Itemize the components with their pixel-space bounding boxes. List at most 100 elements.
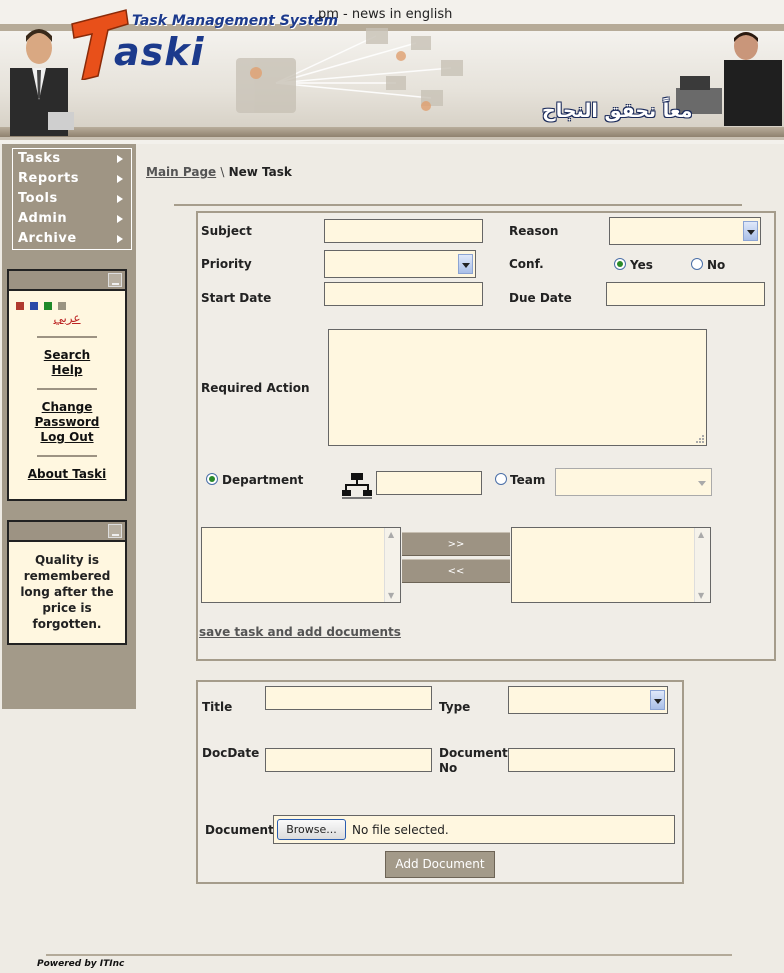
links-panel: عربي Search Help Change Password Log Out…: [7, 269, 127, 501]
breadcrumb-separator: \: [220, 165, 225, 179]
browse-button[interactable]: Browse...: [277, 819, 346, 840]
quote-text: Quality is remembered long after the pri…: [20, 553, 114, 631]
conf-no-radio[interactable]: [691, 258, 703, 270]
panel-titlebar: [9, 522, 125, 542]
title-label: Title: [202, 700, 233, 714]
menu-item-reports[interactable]: Reports: [13, 169, 131, 189]
department-label: Department: [222, 473, 304, 487]
theme-swatch-gray[interactable]: [58, 302, 66, 310]
help-link[interactable]: Help: [9, 363, 125, 378]
divider: [37, 336, 97, 338]
add-document-button[interactable]: Add Document: [385, 851, 495, 878]
priority-label: Priority: [201, 257, 252, 271]
document-label: Document: [205, 823, 274, 837]
team-radio[interactable]: [495, 473, 507, 485]
header-bottom-strip: [0, 127, 784, 137]
quote-panel: Quality is remembered long after the pri…: [7, 520, 127, 645]
due-date-label: Due Date: [509, 291, 572, 305]
due-date-input[interactable]: [606, 282, 765, 306]
submenu-arrow-icon: [117, 195, 123, 203]
type-label: Type: [439, 700, 471, 714]
menu-item-archive[interactable]: Archive: [13, 229, 131, 249]
save-task-link[interactable]: save task and add documents: [199, 625, 401, 639]
menu-item-label: Reports: [18, 171, 79, 186]
type-select[interactable]: [508, 686, 668, 714]
logo-wordmark: aski: [114, 30, 205, 74]
title-input[interactable]: [265, 686, 432, 710]
menu-item-label: Archive: [18, 231, 77, 246]
docdate-label: DocDate: [202, 746, 260, 760]
department-radio[interactable]: [206, 473, 218, 485]
conf-yes-radio[interactable]: [614, 258, 626, 270]
selected-listbox[interactable]: [511, 527, 711, 603]
resize-grip-icon[interactable]: [694, 433, 704, 443]
theme-swatch-blue[interactable]: [30, 302, 38, 310]
theme-color-swatches: [9, 291, 125, 311]
header-bottom-line: [0, 137, 784, 140]
menu-item-label: Tools: [18, 191, 58, 206]
breadcrumb-main-page[interactable]: Main Page: [146, 165, 216, 179]
chevron-down-icon: [458, 254, 473, 274]
menu-item-label: Tasks: [18, 151, 61, 166]
arabic-slogan: معاً نحقق النجاح: [542, 100, 693, 122]
team-label: Team: [510, 473, 546, 487]
main-menu: Tasks Reports Tools Admin Archive: [12, 148, 132, 250]
team-select[interactable]: [555, 468, 712, 496]
minimize-icon[interactable]: [108, 524, 122, 538]
content-divider: [174, 204, 742, 206]
subject-input[interactable]: [324, 219, 483, 243]
divider: [37, 388, 97, 390]
document-no-input[interactable]: [508, 748, 675, 772]
reason-select[interactable]: [609, 217, 761, 245]
breadcrumb-current: New Task: [228, 165, 292, 179]
theme-swatch-green[interactable]: [44, 302, 52, 310]
remove-assignee-button[interactable]: <<: [402, 559, 510, 583]
breadcrumb: Main Page \ New Task: [146, 165, 292, 179]
add-assignee-button[interactable]: >>: [402, 532, 510, 556]
chevron-down-icon: [650, 690, 665, 710]
brand-title: Task Management System: [132, 13, 339, 29]
conf-yes-label: Yes: [630, 258, 653, 272]
search-link[interactable]: Search: [9, 348, 125, 363]
chevron-down-icon: [694, 472, 709, 492]
priority-select[interactable]: [324, 250, 476, 278]
department-input[interactable]: [376, 471, 482, 495]
chevron-down-icon: [743, 221, 758, 241]
powered-by-text: Powered by ITInc: [37, 959, 125, 969]
document-no-label: Document No: [439, 746, 508, 775]
network-illustration: [236, 28, 463, 113]
subject-label: Subject: [201, 224, 252, 238]
menu-item-tools[interactable]: Tools: [13, 189, 131, 209]
reason-label: Reason: [509, 224, 559, 238]
submenu-arrow-icon: [117, 235, 123, 243]
conf-label: Conf.: [509, 257, 544, 271]
scrollbar[interactable]: [384, 528, 400, 602]
divider: [37, 455, 97, 457]
scrollbar[interactable]: [694, 528, 710, 602]
org-chart-icon[interactable]: [342, 473, 372, 499]
about-link[interactable]: About Taski: [9, 467, 125, 482]
page-header: aski Task Management System pm - news in…: [0, 0, 784, 144]
businessman-left-image: [10, 29, 74, 136]
document-file-input[interactable]: Browse... No file selected.: [273, 815, 675, 844]
minimize-icon[interactable]: [108, 273, 122, 287]
menu-item-tasks[interactable]: Tasks: [13, 149, 131, 169]
available-listbox[interactable]: [201, 527, 401, 603]
news-link[interactable]: pm - news in english: [318, 7, 452, 22]
docdate-input[interactable]: [265, 748, 432, 772]
required-action-textarea[interactable]: [328, 329, 707, 446]
menu-item-admin[interactable]: Admin: [13, 209, 131, 229]
panel-titlebar: [9, 271, 125, 291]
submenu-arrow-icon: [117, 175, 123, 183]
start-date-input[interactable]: [324, 282, 483, 306]
theme-swatch-red[interactable]: [16, 302, 24, 310]
menu-item-label: Admin: [18, 211, 68, 226]
footer-divider: [46, 954, 732, 956]
required-action-label: Required Action: [201, 381, 310, 395]
file-status-text: No file selected.: [352, 823, 449, 837]
start-date-label: Start Date: [201, 291, 272, 305]
submenu-arrow-icon: [117, 155, 123, 163]
logout-link[interactable]: Log Out: [9, 430, 125, 445]
change-password-link[interactable]: Change Password: [9, 400, 125, 430]
conf-no-label: No: [707, 258, 726, 272]
